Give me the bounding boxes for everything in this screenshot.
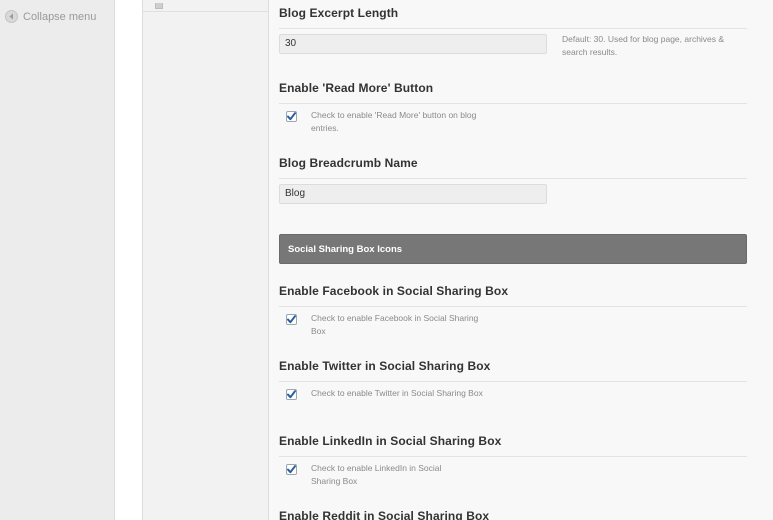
read-more-checkbox[interactable] [286,111,297,122]
checkmark-icon [287,465,296,474]
twitter-description: Check to enable Twitter in Social Sharin… [311,388,483,398]
collapse-menu-label: Collapse menu [23,10,97,23]
collapse-arrow-icon [5,10,18,23]
breadcrumb-heading: Blog Breadcrumb Name [279,156,747,179]
checkmark-icon [287,112,296,121]
read-more-section: Enable 'Read More' Button Check to enabl… [279,81,747,141]
social-sharing-group-header: Social Sharing Box Icons [279,234,747,264]
facebook-heading: Enable Facebook in Social Sharing Box [279,284,747,307]
twitter-heading: Enable Twitter in Social Sharing Box [279,359,747,382]
facebook-checkbox[interactable] [286,314,297,325]
read-more-description: Check to enable 'Read More' button on bl… [311,110,477,133]
sidebar-item[interactable] [143,0,268,12]
checkmark-icon [287,390,296,399]
reddit-section: Enable Reddit in Social Sharing Box [279,509,747,520]
checkmark-icon [287,315,296,324]
excerpt-length-description: Default: 30. Used for blog page, archive… [562,34,725,57]
linkedin-description: Check to enable LinkedIn in Social Shari… [311,463,442,486]
breadcrumb-section: Blog Breadcrumb Name Blog [279,156,747,210]
reddit-heading: Enable Reddit in Social Sharing Box [279,509,747,520]
excerpt-length-input[interactable]: 30 [279,34,547,54]
linkedin-checkbox[interactable] [286,464,297,475]
facebook-description: Check to enable Facebook in Social Shari… [311,313,479,336]
read-more-heading: Enable 'Read More' Button [279,81,747,104]
content-area: Blog Excerpt Length 30 Default: 30. Used… [115,0,773,520]
options-panel: Blog Excerpt Length 30 Default: 30. Used… [269,0,773,520]
options-sidebar [142,0,269,520]
linkedin-heading: Enable LinkedIn in Social Sharing Box [279,434,747,457]
admin-menu: Collapse menu [0,0,115,520]
page-icon [155,2,163,9]
twitter-section: Enable Twitter in Social Sharing Box Che… [279,359,747,419]
collapse-menu-button[interactable]: Collapse menu [5,10,96,23]
linkedin-section: Enable LinkedIn in Social Sharing Box Ch… [279,434,747,494]
twitter-checkbox[interactable] [286,389,297,400]
breadcrumb-name-input[interactable]: Blog [279,184,547,204]
facebook-section: Enable Facebook in Social Sharing Box Ch… [279,284,747,344]
excerpt-length-section: Blog Excerpt Length 30 Default: 30. Used… [279,6,747,68]
excerpt-length-heading: Blog Excerpt Length [279,6,747,29]
